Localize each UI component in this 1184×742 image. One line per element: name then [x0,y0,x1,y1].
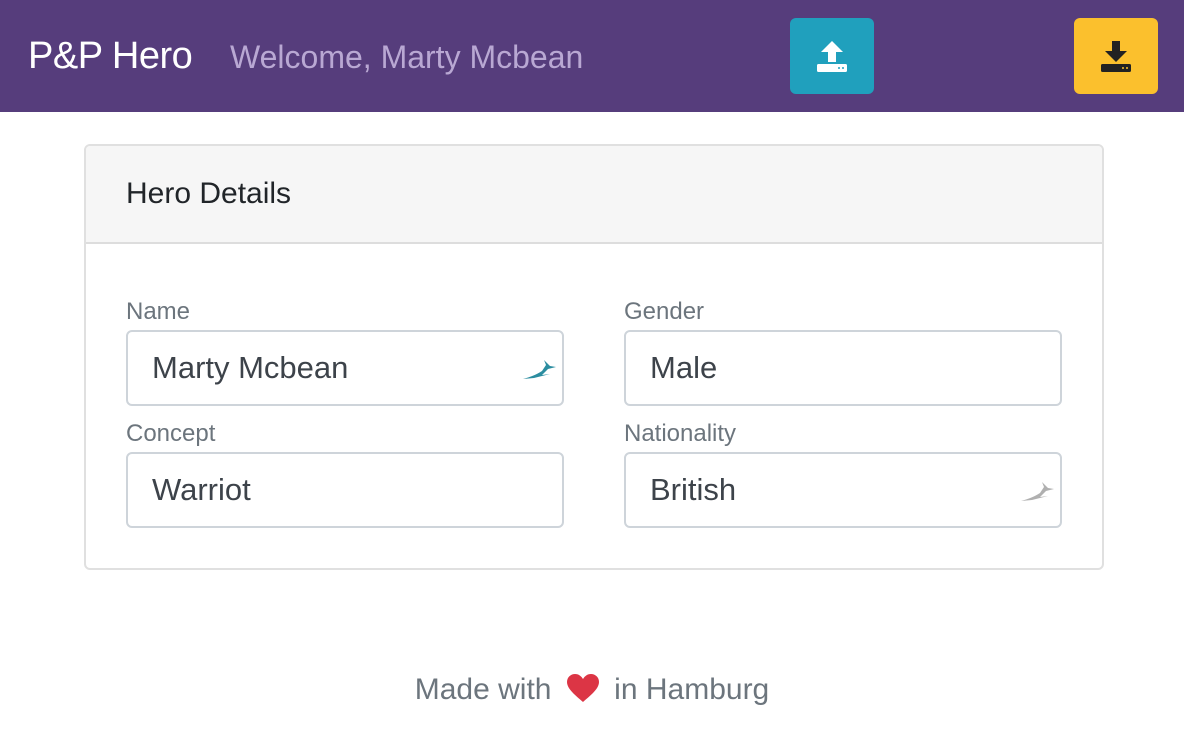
gender-label: Gender [624,298,705,325]
card-header: Hero Details [86,146,1102,244]
footer: Made with in Hamburg [0,670,1184,710]
hero-details-card: Hero Details Name Gender Concept Nationa… [84,144,1104,570]
app-brand[interactable]: P&P Hero [28,34,193,78]
name-input[interactable] [126,330,564,406]
upload-button[interactable] [790,18,874,94]
download-icon [1101,41,1131,72]
name-label: Name [126,298,191,325]
nationality-input[interactable] [624,452,1062,528]
footer-suffix: in Hamburg [614,673,770,706]
upload-icon [817,41,847,72]
download-button[interactable] [1074,18,1158,94]
nationality-label: Nationality [624,420,737,447]
welcome-text: Welcome, Marty Mcbean [230,39,584,75]
card-title: Hero Details [126,177,292,210]
password-manager-icon[interactable] [1018,479,1058,505]
heart-icon [566,674,599,702]
concept-label: Concept [126,420,216,447]
footer-prefix: Made with [414,673,552,706]
top-navbar: P&P Hero Welcome, Marty Mcbean [0,0,1184,112]
password-manager-icon[interactable] [520,357,560,383]
gender-input[interactable] [624,330,1062,406]
concept-input[interactable] [126,452,564,528]
